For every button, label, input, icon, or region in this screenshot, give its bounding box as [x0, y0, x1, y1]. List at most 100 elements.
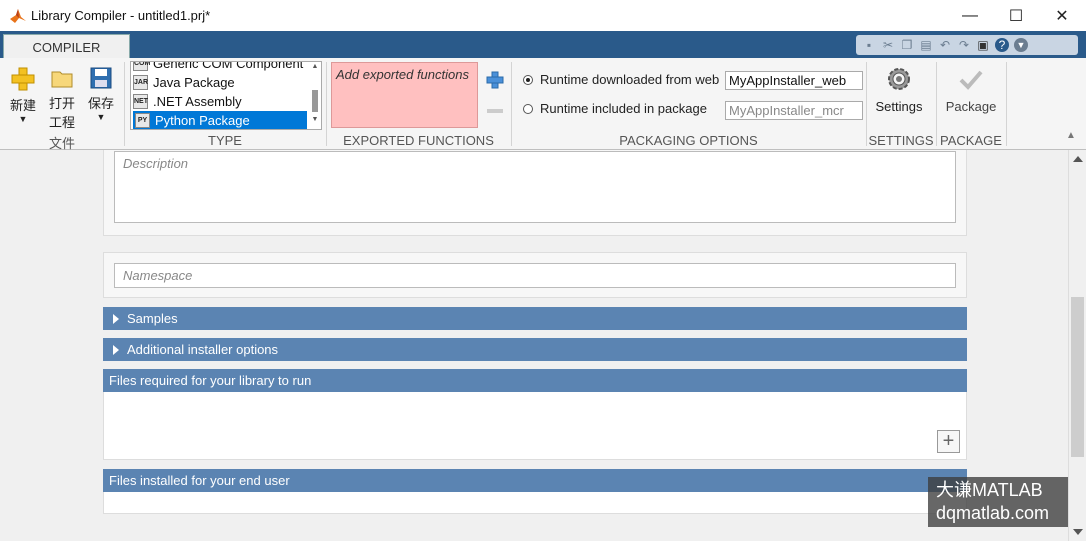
- files-required-list[interactable]: +: [103, 392, 967, 460]
- undo-icon[interactable]: ↶: [938, 38, 952, 52]
- switch-window-icon[interactable]: ▣: [976, 38, 990, 52]
- namespace-panel: Namespace: [103, 252, 967, 298]
- project-label: 工程: [48, 115, 75, 130]
- maximize-icon: ☐: [1008, 7, 1024, 25]
- tab-strip: COMPILER ▪ ✂ ❐ ▤ ↶ ↷ ▣ ? ▼: [0, 31, 1086, 59]
- remove-function-icon[interactable]: [487, 109, 503, 113]
- runtime-included-label: Runtime included in package: [540, 101, 707, 116]
- section-exported-label: EXPORTED FUNCTIONS: [343, 133, 494, 148]
- type-list-scrollbar[interactable]: ▲ ▼: [310, 63, 320, 129]
- scroll-thumb[interactable]: [1071, 297, 1084, 457]
- files-installed-header: Files installed for your end user: [103, 469, 967, 492]
- exported-functions-placeholder: Add exported functions: [336, 67, 469, 82]
- description-panel: Description: [103, 150, 967, 236]
- plus-icon: [11, 67, 35, 91]
- description-field[interactable]: Description: [114, 151, 956, 223]
- namespace-field[interactable]: Namespace: [114, 263, 956, 288]
- open-project-button[interactable]: 打开 工程: [46, 66, 78, 131]
- matlab-logo-icon: [10, 8, 26, 23]
- runtime-included-radio[interactable]: Runtime included in package: [523, 101, 707, 116]
- close-button[interactable]: ✕: [1039, 0, 1085, 31]
- help-icon[interactable]: ?: [995, 38, 1009, 52]
- expand-arrow-icon: [113, 344, 119, 355]
- samples-label: Samples: [127, 311, 178, 326]
- net-icon: NET: [133, 94, 148, 109]
- type-item-java[interactable]: JAR Java Package: [131, 73, 321, 92]
- redo-icon[interactable]: ↷: [957, 38, 971, 52]
- settings-button[interactable]: Settings: [870, 66, 928, 114]
- expand-arrow-icon: [113, 313, 119, 324]
- files-required-label: Files required for your library to run: [109, 373, 312, 388]
- scroll-down-icon[interactable]: [1073, 529, 1083, 535]
- radio-unselected-icon: [523, 103, 533, 114]
- dropdown-arrow-icon: ▼: [96, 112, 106, 122]
- files-required-header: Files required for your library to run: [103, 369, 967, 392]
- copy-icon[interactable]: ❐: [900, 38, 914, 52]
- files-installed-list[interactable]: [103, 492, 967, 514]
- additional-installer-header[interactable]: Additional installer options: [103, 338, 967, 361]
- runtime-included-field[interactable]: MyAppInstaller_mcr: [725, 101, 863, 120]
- package-label: Package: [945, 99, 997, 114]
- title-bar: Library Compiler - untitled1.prj* — ☐ ✕: [0, 0, 1086, 31]
- type-list[interactable]: COM Generic COM Component JAR Java Package…: [130, 61, 322, 130]
- watermark-line-1: 大谦MATLAB: [936, 480, 1043, 500]
- new-label: 新建: [9, 98, 36, 113]
- runtime-web-radio[interactable]: Runtime downloaded from web: [523, 72, 719, 87]
- type-item-label: Generic COM Component: [153, 61, 304, 71]
- watermark: 大谦MATLAB dqmatlab.com: [928, 477, 1068, 527]
- ribbon: 新建 ▼ 打开 工程 保存 ▼ 文件 COM Generic COM Compon…: [0, 58, 1086, 151]
- type-item-python[interactable]: PY Python Package: [133, 111, 307, 129]
- main-scrollbar[interactable]: [1068, 150, 1086, 541]
- new-button[interactable]: 新建 ▼: [8, 66, 38, 124]
- watermark-line-2: dqmatlab.com: [936, 503, 1050, 523]
- save-icon[interactable]: ▪: [862, 38, 876, 52]
- section-type-label: TYPE: [208, 133, 242, 148]
- package-button[interactable]: Package: [942, 66, 1000, 114]
- namespace-placeholder: Namespace: [123, 268, 193, 283]
- section-settings-label: SETTINGS: [868, 133, 934, 148]
- save-button[interactable]: 保存 ▼: [86, 66, 116, 122]
- open-label: 打开: [48, 96, 75, 111]
- paste-icon[interactable]: ▤: [919, 38, 933, 52]
- type-item-label: .NET Assembly: [153, 94, 242, 109]
- window-title: Library Compiler - untitled1.prj*: [31, 8, 211, 23]
- runtime-web-label: Runtime downloaded from web: [540, 72, 720, 87]
- type-item-label: Python Package: [155, 113, 250, 128]
- collapse-ribbon-icon[interactable]: ▲: [1066, 130, 1076, 141]
- files-installed-label: Files installed for your end user: [109, 473, 290, 488]
- quick-access-toolbar: ▪ ✂ ❐ ▤ ↶ ↷ ▣ ? ▼: [856, 35, 1078, 55]
- tab-compiler[interactable]: COMPILER: [3, 34, 130, 59]
- python-icon: PY: [135, 113, 150, 128]
- section-packaging-label: PACKAGING OPTIONS: [619, 133, 758, 148]
- radio-selected-icon: [523, 74, 533, 85]
- folder-icon: [51, 71, 73, 88]
- description-placeholder: Description: [123, 156, 189, 171]
- exported-functions-list[interactable]: Add exported functions: [331, 62, 478, 128]
- add-files-icon[interactable]: +: [937, 430, 960, 453]
- save-icon: [90, 67, 112, 89]
- samples-section-header[interactable]: Samples: [103, 307, 967, 330]
- com-icon: COM: [133, 62, 150, 71]
- settings-label: Settings: [875, 99, 923, 114]
- add-function-icon[interactable]: [486, 71, 504, 89]
- minimize-button[interactable]: —: [947, 0, 993, 31]
- minimize-icon: —: [962, 6, 978, 24]
- save-label: 保存: [87, 96, 114, 111]
- checkmark-icon: [959, 70, 983, 90]
- divider: [1006, 62, 1007, 146]
- cut-icon[interactable]: ✂: [881, 38, 895, 52]
- runtime-web-field[interactable]: MyAppInstaller_web: [725, 71, 863, 90]
- additional-installer-label: Additional installer options: [127, 342, 279, 357]
- type-item-label: Java Package: [153, 75, 235, 90]
- maximize-button[interactable]: ☐: [993, 0, 1039, 31]
- main-content: Description Namespace Samples Additional…: [0, 150, 1068, 541]
- section-package-label: PACKAGE: [940, 133, 1002, 148]
- java-icon: JAR: [133, 75, 148, 90]
- type-item-com[interactable]: COM Generic COM Component: [131, 61, 321, 73]
- close-icon: ✕: [1055, 7, 1069, 25]
- dropdown-arrow-icon: ▼: [18, 114, 28, 124]
- gear-icon: [888, 68, 910, 90]
- scroll-up-icon[interactable]: [1073, 156, 1083, 162]
- expand-icon[interactable]: ▼: [1014, 38, 1028, 52]
- type-item-dotnet[interactable]: NET .NET Assembly: [131, 92, 321, 111]
